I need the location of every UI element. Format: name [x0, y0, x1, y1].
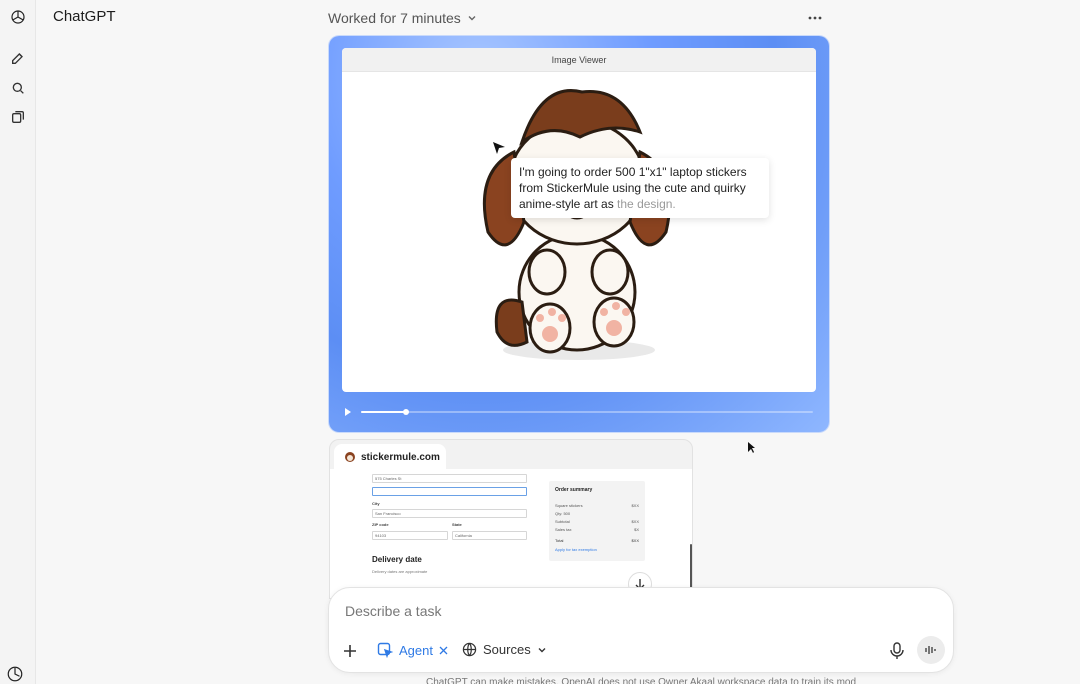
close-icon[interactable] — [439, 646, 448, 655]
order-line: Square stickers $XX — [555, 503, 639, 508]
agent-narration-bubble: I'm going to order 500 1"x1" laptop stic… — [511, 158, 769, 218]
dictation-button[interactable] — [889, 641, 909, 661]
scrubber-progress — [361, 411, 407, 413]
mouse-pointer-icon — [748, 442, 755, 453]
order-line-value: $XX — [631, 519, 639, 524]
microphone-icon — [890, 642, 904, 659]
checkout-page: 575 Charles St City San Francisco ZIP co… — [330, 469, 692, 598]
stickermule-favicon-icon — [345, 452, 355, 462]
order-line-label: Square stickers — [555, 503, 583, 508]
address-line2-field[interactable]: 575 Charles St — [372, 474, 527, 483]
order-total-row: Total $XX — [555, 538, 639, 543]
add-attachment-button[interactable] — [343, 642, 361, 660]
agent-cursor-mode-icon — [377, 642, 393, 658]
city-label: City — [372, 501, 380, 506]
sources-dropdown[interactable]: Sources — [462, 642, 547, 657]
address-active-field[interactable] — [372, 487, 527, 496]
task-composer: Agent Sources — [328, 587, 954, 673]
left-rail — [0, 0, 36, 684]
play-icon[interactable] — [343, 406, 353, 418]
agent-screen-viewer: Image Viewer — [329, 36, 829, 432]
state-label: State — [452, 522, 462, 527]
state-select[interactable]: California — [452, 531, 527, 540]
zip-label: ZIP code — [372, 522, 389, 527]
voice-waveform-icon — [925, 646, 936, 654]
delivery-note: Delivery dates are approximate — [372, 569, 428, 574]
plus-icon — [344, 645, 356, 657]
order-line: Subtotal $XX — [555, 519, 639, 524]
order-total-value: $XX — [631, 538, 639, 543]
image-viewer-window: Image Viewer — [342, 48, 816, 392]
search-icon[interactable] — [6, 76, 30, 100]
city-field[interactable]: San Francisco — [372, 509, 527, 518]
scrubber-track[interactable] — [361, 409, 813, 415]
library-icon[interactable] — [6, 105, 30, 129]
disclaimer-text: ChatGPT can make mistakes. OpenAI does n… — [426, 677, 856, 684]
new-chat-icon[interactable] — [6, 46, 30, 70]
order-line: Qty: 500 — [555, 511, 639, 516]
more-options-icon[interactable] — [806, 9, 824, 27]
work-status-toggle[interactable]: Worked for 7 minutes — [328, 10, 477, 26]
order-line-label: Subtotal — [555, 519, 570, 524]
order-line-label: Qty: 500 — [555, 511, 571, 516]
delivery-date-heading: Delivery date — [372, 555, 422, 564]
globe-icon — [462, 642, 477, 657]
order-line-label: Sales tax — [555, 527, 572, 532]
sources-label: Sources — [483, 642, 531, 657]
image-viewer-title: Image Viewer — [342, 48, 816, 72]
puppy-sticker-image — [482, 89, 672, 360]
video-scrubber[interactable] — [343, 406, 817, 418]
app-title[interactable]: ChatGPT — [53, 8, 116, 25]
task-input[interactable] — [345, 602, 845, 620]
agent-mode-pill[interactable]: Agent — [377, 642, 448, 658]
order-summary-title: Order summary — [555, 487, 593, 493]
narration-text-faded: the design. — [617, 197, 676, 211]
order-total-label: Total — [555, 538, 564, 543]
browser-preview: stickermule.com 575 Charles St City San … — [329, 439, 693, 599]
openai-logo-icon[interactable] — [6, 5, 30, 29]
tax-exemption-link[interactable]: Apply for tax exemption — [555, 547, 639, 552]
chevron-down-icon — [468, 16, 476, 21]
browser-tab[interactable]: stickermule.com — [334, 444, 446, 470]
browser-tab-label: stickermule.com — [361, 451, 440, 463]
scrubber-handle[interactable] — [403, 409, 410, 415]
agent-cursor-icon — [493, 142, 505, 154]
page-scrollbar[interactable] — [690, 544, 692, 590]
chevron-down-icon — [538, 647, 546, 652]
order-summary-card: Order summary Square stickers $XX Qty: 500… — [549, 481, 645, 561]
order-line-value: $X — [634, 527, 639, 532]
order-line-value: $XX — [631, 503, 639, 508]
work-status-label: Worked for 7 minutes — [328, 10, 461, 26]
order-line: Sales tax $X — [555, 527, 639, 532]
order-summary-lines: Square stickers $XX Qty: 500 Subtotal $XX Sal… — [555, 503, 639, 532]
agent-mode-label: Agent — [399, 642, 433, 658]
zip-field[interactable]: 94103 — [372, 531, 448, 540]
user-avatar-icon[interactable] — [6, 665, 24, 683]
voice-mode-button[interactable] — [917, 636, 945, 664]
